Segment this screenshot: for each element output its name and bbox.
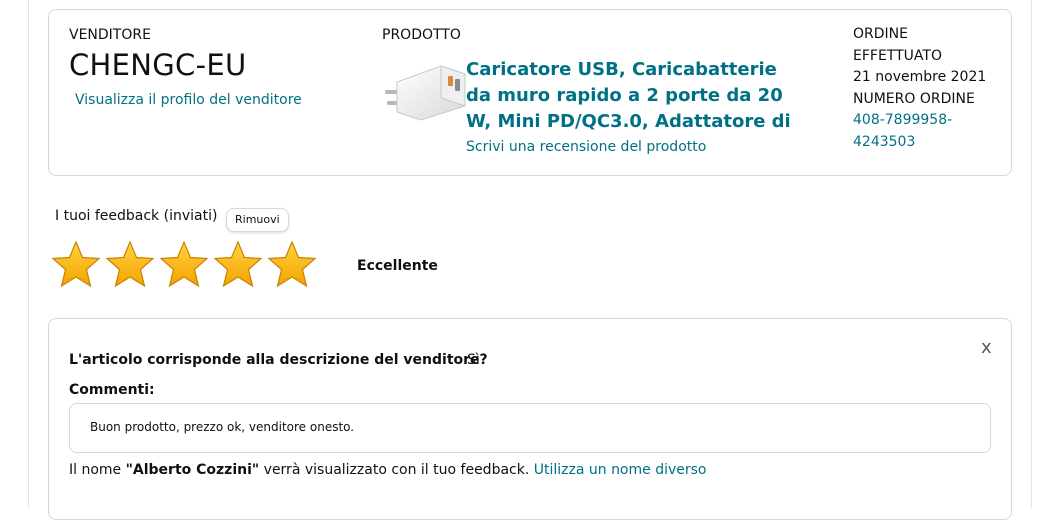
description-match-question: L'articolo corrisponde alla descrizione … xyxy=(69,352,488,368)
remove-feedback-button[interactable]: Rimuovi xyxy=(226,208,289,232)
display-name: "Alberto Cozzini" xyxy=(125,462,260,478)
star-5-icon[interactable] xyxy=(267,240,317,290)
product-label: PRODOTTO xyxy=(382,27,461,43)
feedback-title: I tuoi feedback (inviati) xyxy=(55,208,218,224)
comment-field[interactable]: Buon prodotto, prezzo ok, venditore ones… xyxy=(69,403,991,453)
description-match-answer: Sì xyxy=(467,352,480,368)
use-different-name-link[interactable]: Utilizza un nome diverso xyxy=(534,462,707,478)
order-summary-card: VENDITORE CHENGC-EU Visualizza il profil… xyxy=(48,9,1012,176)
name-prefix: Il nome xyxy=(69,462,126,478)
order-placed-label: ORDINE EFFETTUATO xyxy=(853,26,942,64)
feedback-detail-card: x L'articolo corrisponde alla descrizion… xyxy=(48,318,1012,520)
order-info: ORDINE EFFETTUATO 21 novembre 2021 NUMER… xyxy=(853,24,993,153)
name-suffix: verrà visualizzato con il tuo feedback. xyxy=(259,462,534,478)
star-4-icon[interactable] xyxy=(213,240,263,290)
star-2-icon[interactable] xyxy=(105,240,155,290)
comment-text: Buon prodotto, prezzo ok, venditore ones… xyxy=(90,420,355,434)
order-number-label: NUMERO ORDINE xyxy=(853,90,975,107)
star-rating[interactable] xyxy=(51,240,317,290)
seller-name: CHENGC-EU xyxy=(69,48,247,82)
order-date: 21 novembre 2021 xyxy=(853,69,987,85)
close-icon[interactable]: x xyxy=(981,337,992,358)
rating-label: Eccellente xyxy=(357,258,438,274)
write-review-link[interactable]: Scrivi una recensione del prodotto xyxy=(466,139,706,155)
order-number-link[interactable]: 408-7899958-4243503 xyxy=(853,110,993,153)
seller-label: VENDITORE xyxy=(69,27,151,43)
comments-label: Commenti: xyxy=(69,382,155,398)
usb-charger-image[interactable] xyxy=(381,60,469,122)
star-3-icon[interactable] xyxy=(159,240,209,290)
seller-profile-link[interactable]: Visualizza il profilo del venditore xyxy=(75,92,302,108)
display-name-notice: Il nome "Alberto Cozzini" verrà visualiz… xyxy=(69,462,707,478)
product-title-link[interactable]: Caricatore USB, Caricabatterie da muro r… xyxy=(466,57,796,135)
star-1-icon[interactable] xyxy=(51,240,101,290)
